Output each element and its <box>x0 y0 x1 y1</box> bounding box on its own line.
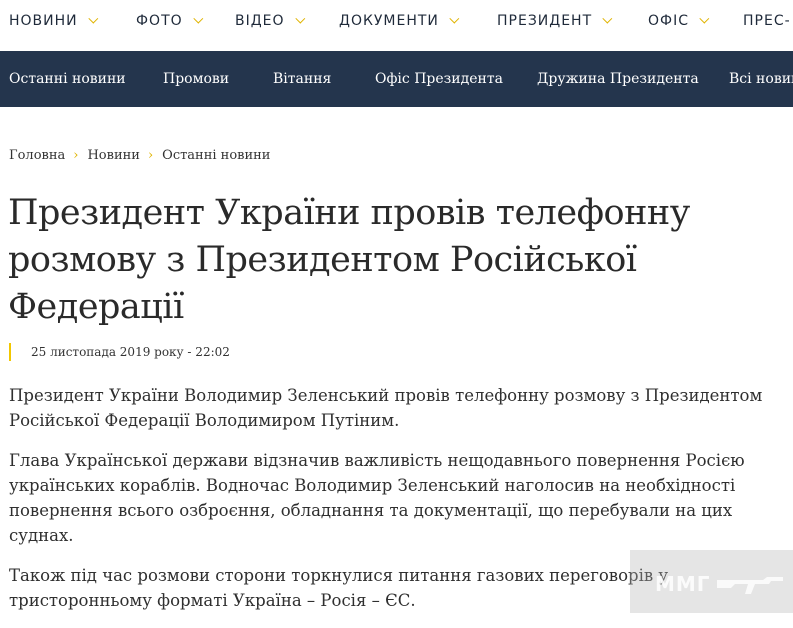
watermark-text: ММГ <box>655 572 711 596</box>
chevron-down-icon <box>449 13 460 24</box>
sub-nav-item-latest-news[interactable]: Останні новини <box>9 71 126 87</box>
chevron-down-icon <box>294 13 305 24</box>
breadcrumb-latest-news[interactable]: Останні новини <box>162 148 270 163</box>
top-nav: НОВИНИ ФОТО ВІДЕО ДОКУМЕНТИ ПРЕЗИДЕНТ ОФ… <box>0 0 793 46</box>
chevron-down-icon <box>193 13 203 24</box>
top-nav-item-news[interactable]: НОВИНИ <box>9 13 98 29</box>
article-date: 25 листопада 2019 року - 22:02 <box>9 343 230 361</box>
top-nav-item-label: ВІДЕО <box>235 13 285 29</box>
top-nav-item-label: ДОКУМЕНТИ <box>339 13 439 29</box>
rifle-icon <box>717 577 783 594</box>
sub-nav: Останні новини Промови Вітання Офіс През… <box>0 51 793 107</box>
chevron-right-icon: › <box>147 148 154 163</box>
page-title: Президент України провів телефонну розмо… <box>8 193 690 327</box>
article-paragraph: Глава Української держави відзначив важл… <box>9 451 745 545</box>
top-nav-item-label: ОФІС <box>648 13 689 29</box>
chevron-right-icon: › <box>73 148 79 163</box>
breadcrumb-news[interactable]: Новини <box>87 148 139 163</box>
top-nav-item-photo[interactable]: ФОТО <box>136 13 203 29</box>
chevron-down-icon <box>699 13 710 24</box>
top-nav-item-video[interactable]: ВІДЕО <box>235 13 305 29</box>
breadcrumb-home[interactable]: Головна <box>9 148 65 163</box>
top-nav-item-documents[interactable]: ДОКУМЕНТИ <box>339 13 460 29</box>
chevron-down-icon <box>88 13 98 24</box>
sub-nav-item-all-news[interactable]: Всі новин <box>729 71 793 87</box>
breadcrumb: Головна › Новини › Останні новини <box>9 148 270 163</box>
article-paragraph: Президент України Володимир Зеленський п… <box>9 386 763 430</box>
top-nav-item-president[interactable]: ПРЕЗИДЕНТ <box>497 13 613 29</box>
sub-nav-item-speeches[interactable]: Промови <box>163 71 229 87</box>
sub-nav-item-greetings[interactable]: Вітання <box>273 71 331 87</box>
top-nav-item-press[interactable]: ПРЕС- <box>743 13 791 29</box>
top-nav-item-label: ПРЕС- <box>743 13 791 29</box>
sub-nav-item-office[interactable]: Офіс Президента <box>375 71 503 87</box>
sub-nav-item-first-lady[interactable]: Дружина Президента <box>537 71 699 87</box>
watermark: ММГ <box>630 550 793 613</box>
top-nav-item-office[interactable]: ОФІС <box>648 13 710 29</box>
top-nav-item-label: НОВИНИ <box>9 13 78 29</box>
chevron-down-icon <box>602 13 613 24</box>
top-nav-item-label: ПРЕЗИДЕНТ <box>497 13 593 29</box>
top-nav-item-label: ФОТО <box>136 13 183 29</box>
